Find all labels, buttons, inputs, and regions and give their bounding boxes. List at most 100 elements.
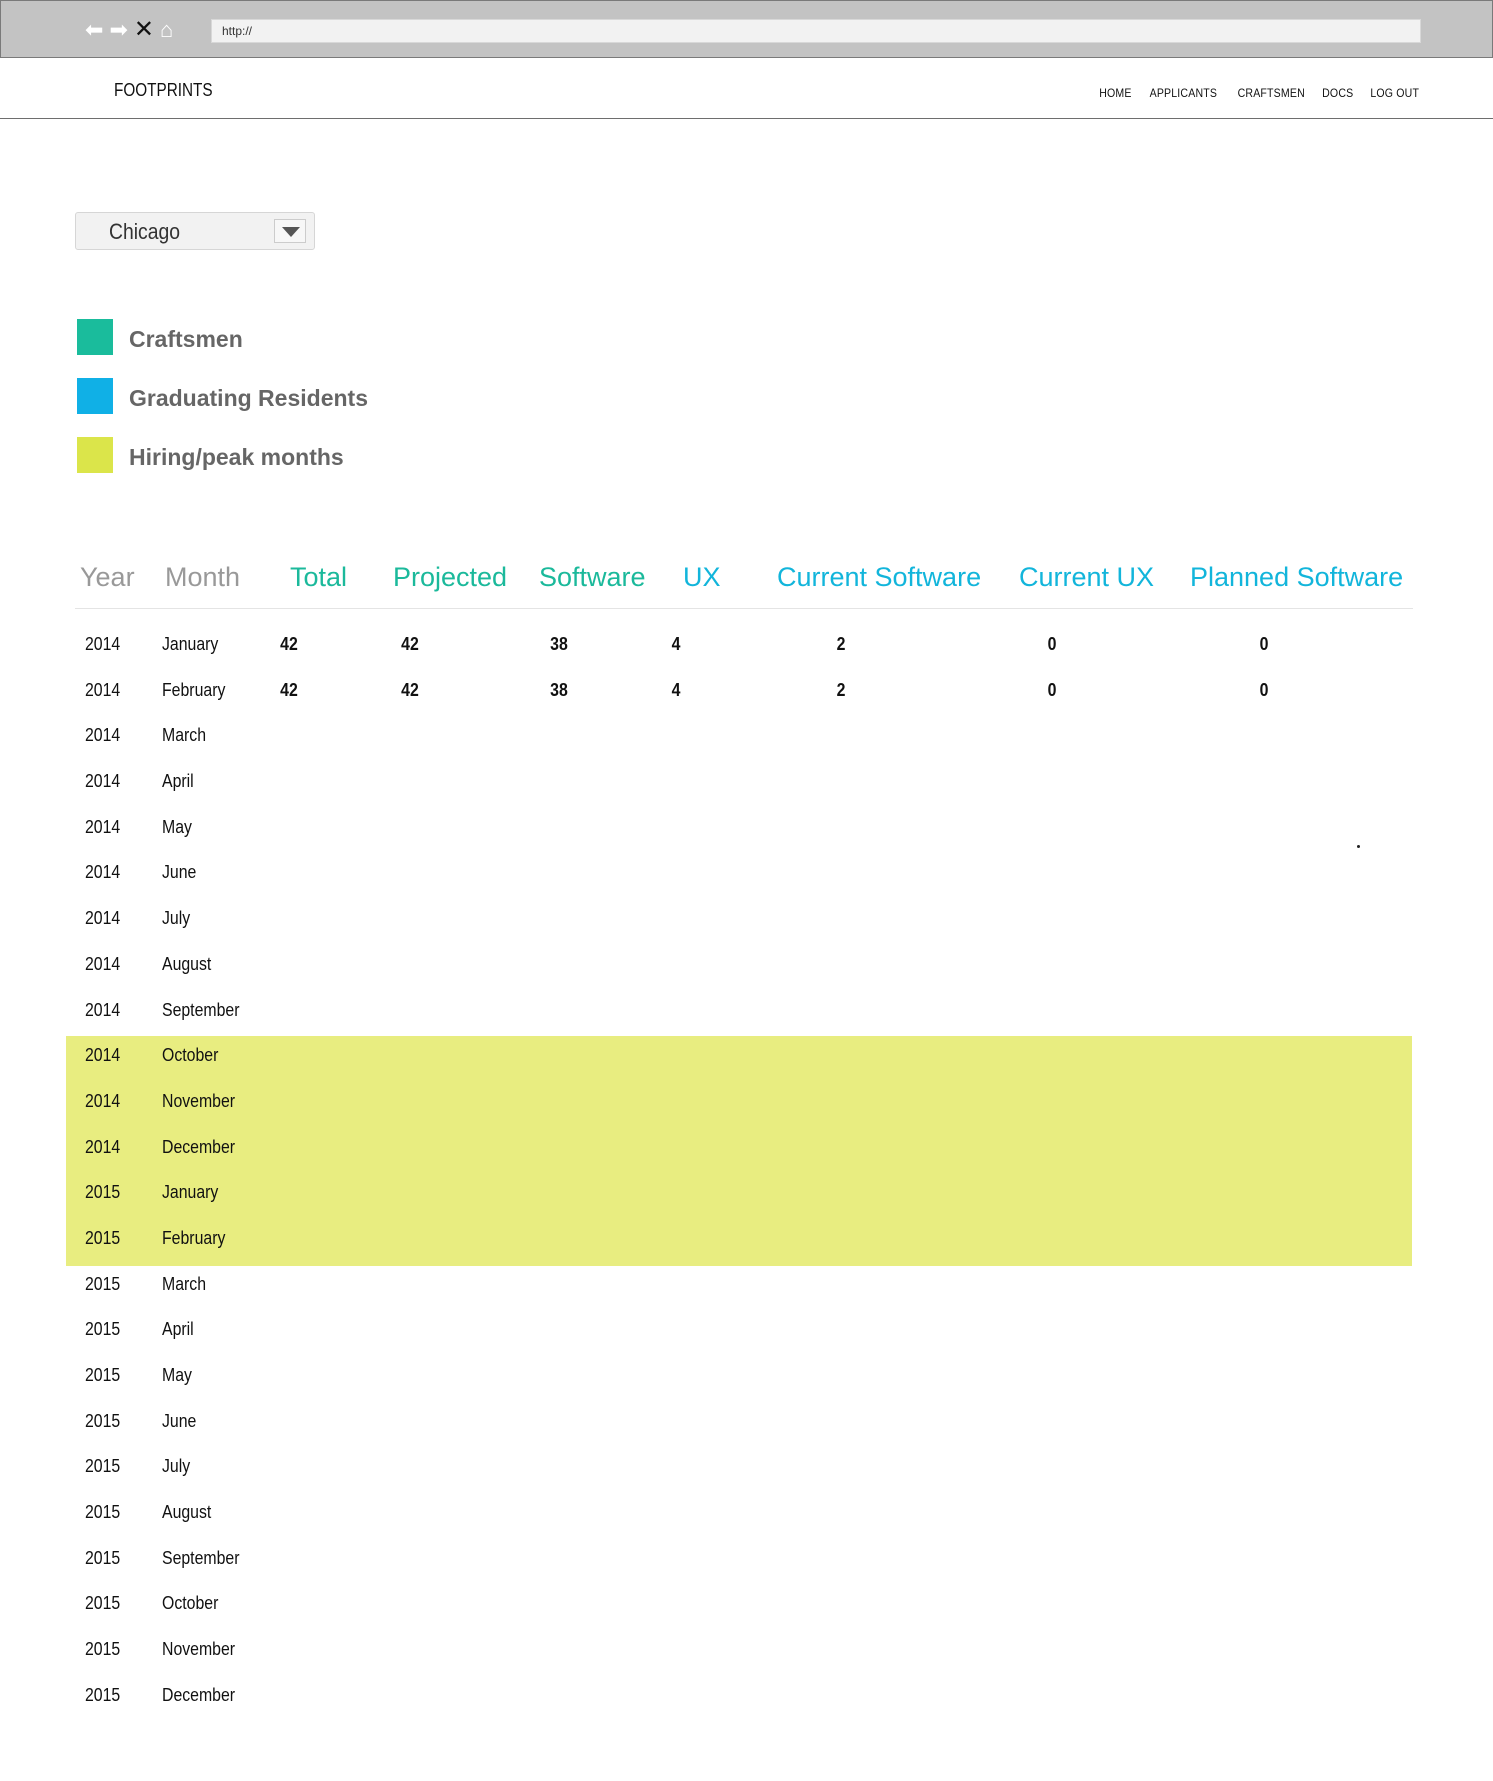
stop-icon[interactable]: ✕	[134, 18, 154, 42]
column-header-projected[interactable]: Projected	[393, 562, 507, 593]
table-row[interactable]: 2015 July	[0, 1444, 1493, 1490]
table-header: Year Month Total Projected Software UX C…	[75, 562, 1413, 609]
cell-month: April	[162, 1319, 194, 1340]
table-row[interactable]: 2014 February 42 42 38 4 2 0 0	[0, 668, 1493, 714]
forward-icon[interactable]: ➡	[109, 18, 127, 42]
column-header-ux[interactable]: UX	[683, 562, 721, 593]
nav-log-out[interactable]: LOG OUT	[1370, 86, 1419, 100]
nav-applicants[interactable]: APPLICANTS	[1150, 86, 1217, 100]
cell-month: March	[162, 725, 207, 746]
back-icon[interactable]: ⬅	[85, 18, 103, 42]
table-row[interactable]: 2014 March	[0, 713, 1493, 759]
cell-year: 2015	[85, 1593, 121, 1614]
cell-month: September	[162, 999, 240, 1020]
column-header-software[interactable]: Software	[539, 562, 646, 593]
cell-month: March	[162, 1273, 207, 1294]
table-row[interactable]: 2015 April	[0, 1307, 1493, 1353]
nav-docs[interactable]: DOCS	[1322, 86, 1353, 100]
table-body: 2014 January 42 42 38 4 2 0 0 2014 February 42 42 38 4…	[0, 622, 1493, 1719]
table-row[interactable]: 2014 October	[0, 1033, 1493, 1079]
brand-logo[interactable]: FOOTPRINTS	[114, 80, 213, 101]
cell-month: October	[162, 1045, 219, 1066]
dropdown-toggle[interactable]	[274, 219, 306, 243]
column-header-current-ux[interactable]: Current UX	[1019, 562, 1154, 593]
table-row[interactable]: 2015 August	[0, 1490, 1493, 1536]
legend-swatch-graduating-residents	[77, 378, 113, 414]
cell-month: April	[162, 771, 194, 792]
column-header-total[interactable]: Total	[290, 562, 347, 593]
cell-planned-software: 0	[1259, 679, 1269, 700]
legend-label: Craftsmen	[129, 326, 243, 352]
table-row[interactable]: 2014 September	[0, 988, 1493, 1034]
legend-swatch-craftsmen	[77, 319, 113, 355]
table-row[interactable]: 2014 April	[0, 759, 1493, 805]
cell-software: 38	[550, 679, 568, 700]
browser-toolbar: ⬅ ➡ ✕ ⌂ http://	[0, 0, 1493, 58]
cell-projected: 42	[401, 634, 419, 654]
table-row[interactable]: 2014 November	[0, 1079, 1493, 1125]
cell-month: August	[162, 953, 212, 974]
table-row[interactable]: 2014 August	[0, 942, 1493, 988]
column-header-year[interactable]: Year	[80, 562, 135, 593]
table-row[interactable]: 2014 December	[0, 1125, 1493, 1171]
cell-ux: 4	[671, 679, 681, 700]
cell-month: December	[162, 1684, 236, 1705]
table-row[interactable]: 2015 November	[0, 1627, 1493, 1673]
table-row[interactable]: 2015 September	[0, 1536, 1493, 1582]
table-row[interactable]: 2015 February	[0, 1216, 1493, 1262]
cell-month: October	[162, 1593, 219, 1614]
table-row[interactable]: 2014 May	[0, 805, 1493, 851]
table-row[interactable]: 2015 October	[0, 1581, 1493, 1627]
cell-current-ux: 0	[1047, 679, 1057, 700]
location-dropdown[interactable]: Chicago	[75, 212, 315, 250]
cell-year: 2014	[85, 634, 121, 654]
table-row[interactable]: 2015 March	[0, 1262, 1493, 1308]
cell-year: 2015	[85, 1319, 121, 1340]
cell-month: May	[162, 1365, 192, 1385]
cell-year: 2015	[85, 1410, 121, 1431]
cell-planned-software: 0	[1259, 634, 1269, 654]
cell-month: June	[162, 1410, 197, 1431]
cell-current-ux: 0	[1047, 634, 1057, 654]
table-row[interactable]: 2014 July	[0, 896, 1493, 942]
column-header-month[interactable]: Month	[165, 562, 240, 593]
column-header-planned-software[interactable]: Planned Software	[1190, 562, 1403, 593]
cell-month: December	[162, 1136, 236, 1157]
nav-craftsmen[interactable]: CRAFTSMEN	[1237, 86, 1304, 100]
cell-year: 2014	[85, 1090, 121, 1111]
cell-month: August	[162, 1502, 212, 1523]
table-row[interactable]: 2014 January 42 42 38 4 2 0 0	[0, 622, 1493, 668]
column-header-current-software[interactable]: Current Software	[777, 562, 981, 593]
table-row[interactable]: 2014 June	[0, 850, 1493, 896]
legend-label: Hiring/peak months	[129, 444, 344, 470]
cell-month: January	[162, 634, 219, 654]
address-bar[interactable]: http://	[211, 19, 1421, 43]
cell-month: November	[162, 1090, 236, 1111]
nav-home[interactable]: HOME	[1099, 86, 1131, 100]
cell-year: 2015	[85, 1639, 121, 1660]
table-row[interactable]: 2015 December	[0, 1673, 1493, 1719]
cell-year: 2015	[85, 1456, 121, 1477]
cell-year: 2014	[85, 816, 121, 837]
cell-total: 42	[280, 679, 298, 700]
top-nav: HOME APPLICANTS CRAFTSMEN DOCS LOG OUT	[1097, 86, 1422, 100]
cell-year: 2015	[85, 1273, 121, 1294]
cell-year: 2014	[85, 953, 121, 974]
cell-year: 2014	[85, 862, 121, 883]
cell-current-software: 2	[836, 679, 846, 700]
cell-total: 42	[280, 634, 298, 654]
cell-month: September	[162, 1547, 240, 1568]
home-icon[interactable]: ⌂	[160, 18, 173, 42]
cell-month: July	[162, 908, 191, 929]
cell-year: 2015	[85, 1684, 121, 1705]
cell-year: 2014	[85, 1045, 121, 1066]
cell-year: 2014	[85, 1136, 121, 1157]
cell-software: 38	[550, 634, 568, 654]
cell-month: May	[162, 816, 192, 837]
table-row[interactable]: 2015 June	[0, 1399, 1493, 1445]
legend-swatch-hiring-peak	[77, 437, 113, 473]
table-row[interactable]: 2015 May	[0, 1353, 1493, 1399]
table-row[interactable]: 2015 January	[0, 1170, 1493, 1216]
cell-year: 2015	[85, 1502, 121, 1523]
cell-month: June	[162, 862, 197, 883]
